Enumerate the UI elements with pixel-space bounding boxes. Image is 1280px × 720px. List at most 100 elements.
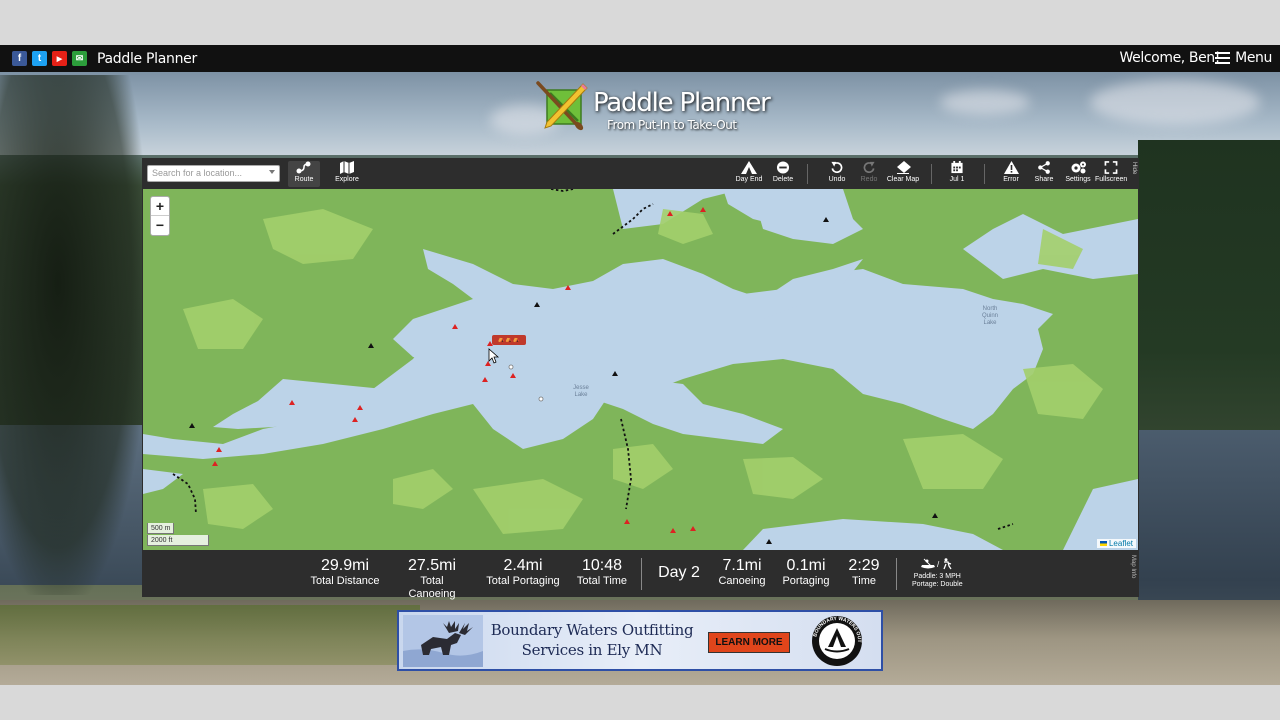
day-label: Day 2 [658, 564, 700, 581]
stat-day-time: 2:29 Time [844, 557, 884, 588]
undo-label: Undo [828, 176, 846, 183]
stat-label: Time [851, 575, 877, 587]
stat-value: 7.1mi [722, 557, 762, 574]
warning-icon [1003, 161, 1019, 174]
map-panel: Search for a location... Route Explore D… [142, 158, 1139, 600]
route-button[interactable]: Route [288, 161, 320, 187]
location-search-input[interactable]: Search for a location... [147, 165, 280, 182]
stat-value: 2:29 [848, 557, 880, 574]
clear-map-label: Clear Map [886, 176, 920, 183]
email-icon[interactable]: ✉ [72, 51, 87, 66]
logo-subtitle: From Put-In to Take-Out [607, 118, 737, 132]
day-end-button[interactable]: Day End [734, 161, 764, 187]
menu-button[interactable]: Menu [1215, 50, 1272, 66]
background-cloud [1090, 80, 1260, 125]
explore-label: Explore [335, 176, 359, 183]
stats-divider [641, 558, 642, 590]
chevron-down-icon [269, 170, 275, 174]
tent-icon [741, 161, 757, 174]
topo-map [143, 189, 1138, 550]
stat-total-portaging: 2.4mi Total Portaging [486, 557, 560, 588]
toolbar-divider [931, 164, 932, 184]
map-canvas[interactable]: ⛺⛺⛺ Jesse Lake North Quinn Lake + − 500 … [143, 189, 1138, 550]
campsite-marker-cluster[interactable]: ⛺⛺⛺ [492, 335, 526, 345]
toolbar-hide-toggle[interactable]: Hide [1129, 162, 1137, 184]
facebook-icon[interactable]: f [12, 51, 27, 66]
map-icon [340, 161, 354, 174]
minus-circle-icon [776, 161, 790, 174]
site-logo[interactable]: Paddle Planner From Put-In to Take-Out [535, 80, 771, 136]
clear-map-button[interactable]: Clear Map [886, 161, 920, 187]
stat-value: 10:48 [581, 557, 623, 574]
scale-imperial: 2000 ft [147, 535, 209, 546]
stat-label: Total Portaging [486, 575, 560, 587]
delete-button[interactable]: Delete [769, 161, 797, 187]
undo-icon [831, 161, 843, 174]
error-label: Error [1003, 176, 1019, 183]
ad-banner[interactable]: Boundary Waters Outfitting Services in E… [397, 610, 883, 671]
zoom-out-button[interactable]: − [151, 216, 169, 235]
background-grass [0, 605, 420, 665]
stat-label: Portaging [782, 575, 830, 587]
brand-link[interactable]: Paddle Planner [97, 51, 197, 67]
report-error-button[interactable]: Error [998, 161, 1024, 187]
fullscreen-label: Fullscreen [1095, 176, 1128, 183]
map-toolbar: Search for a location... Route Explore D… [142, 158, 1139, 189]
stat-day-canoeing: 7.1mi Canoeing [715, 557, 769, 588]
lake-label-jesse: Jesse Lake [573, 385, 589, 398]
twitter-icon[interactable]: t [32, 51, 47, 66]
trip-date-label: Jul 1 [949, 176, 965, 183]
settings-label: Settings [1065, 176, 1091, 183]
trip-date-button[interactable]: Jul 1 [944, 161, 970, 187]
ad-line-2: Services in Ely MN [521, 641, 663, 659]
stats-divider [896, 558, 897, 590]
toolbar-divider [807, 164, 808, 184]
toolbar-divider [984, 164, 985, 184]
day-end-label: Day End [735, 176, 763, 183]
flag-icon [1099, 541, 1107, 546]
stat-value: 0.1mi [786, 557, 826, 574]
redo-icon [863, 161, 875, 174]
welcome-user[interactable]: Welcome, Ben! [1120, 50, 1221, 66]
pace-settings[interactable]: / Paddle: 3 MPH Portage: Double [912, 558, 963, 589]
background-trees [0, 75, 145, 595]
background-cloud [940, 90, 1030, 115]
scale-metric: 500 m [147, 523, 175, 534]
zoom-in-button[interactable]: + [151, 197, 169, 216]
day-selector[interactable]: Day 2 [654, 564, 704, 582]
attribution-link[interactable]: Leaflet [1109, 539, 1133, 548]
zoom-control: + − [150, 196, 170, 236]
logo-title: Paddle Planner [593, 88, 771, 118]
undo-button[interactable]: Undo [824, 161, 850, 187]
learn-more-button[interactable]: LEARN MORE [708, 632, 790, 653]
portage-pace-label: Portage: Double [912, 581, 963, 588]
stat-label: Total Distance [310, 575, 380, 587]
eraser-icon [897, 161, 911, 174]
canoe-hiker-icon: / [921, 558, 952, 570]
fullscreen-button[interactable]: Fullscreen [1095, 161, 1127, 187]
stat-total-distance: 29.9mi Total Distance [310, 557, 380, 588]
route-label: Route [294, 176, 314, 183]
redo-button[interactable]: Redo [856, 161, 882, 187]
share-button[interactable]: Share [1031, 161, 1057, 187]
leaflet-attribution[interactable]: Leaflet [1096, 539, 1136, 548]
trip-stats-bar: 29.9mi Total Distance 27.5mi Total Canoe… [142, 550, 1139, 600]
stat-value: 2.4mi [503, 557, 543, 574]
ad-headline: Boundary Waters Outfitting Services in E… [487, 620, 697, 660]
gears-icon [1071, 161, 1086, 174]
paddle-pencil-logo-icon [536, 81, 588, 131]
search-placeholder: Search for a location... [152, 168, 243, 178]
map-info-toggle[interactable]: Map Info [1130, 555, 1136, 578]
explore-button[interactable]: Explore [332, 161, 362, 187]
moose-icon [403, 615, 483, 667]
stat-label: Canoeing [718, 575, 766, 587]
settings-button[interactable]: Settings [1063, 161, 1093, 187]
stat-value: 27.5mi [407, 557, 457, 574]
share-label: Share [1034, 176, 1054, 183]
youtube-icon[interactable]: ▶ [52, 51, 67, 66]
page-frame: f t ▶ ✉ Paddle Planner Welcome, Ben! Men… [0, 45, 1280, 685]
redo-label: Redo [860, 176, 878, 183]
menu-label: Menu [1235, 50, 1272, 66]
stat-label: Total Time [576, 575, 628, 587]
svg-text:/: / [937, 560, 940, 569]
